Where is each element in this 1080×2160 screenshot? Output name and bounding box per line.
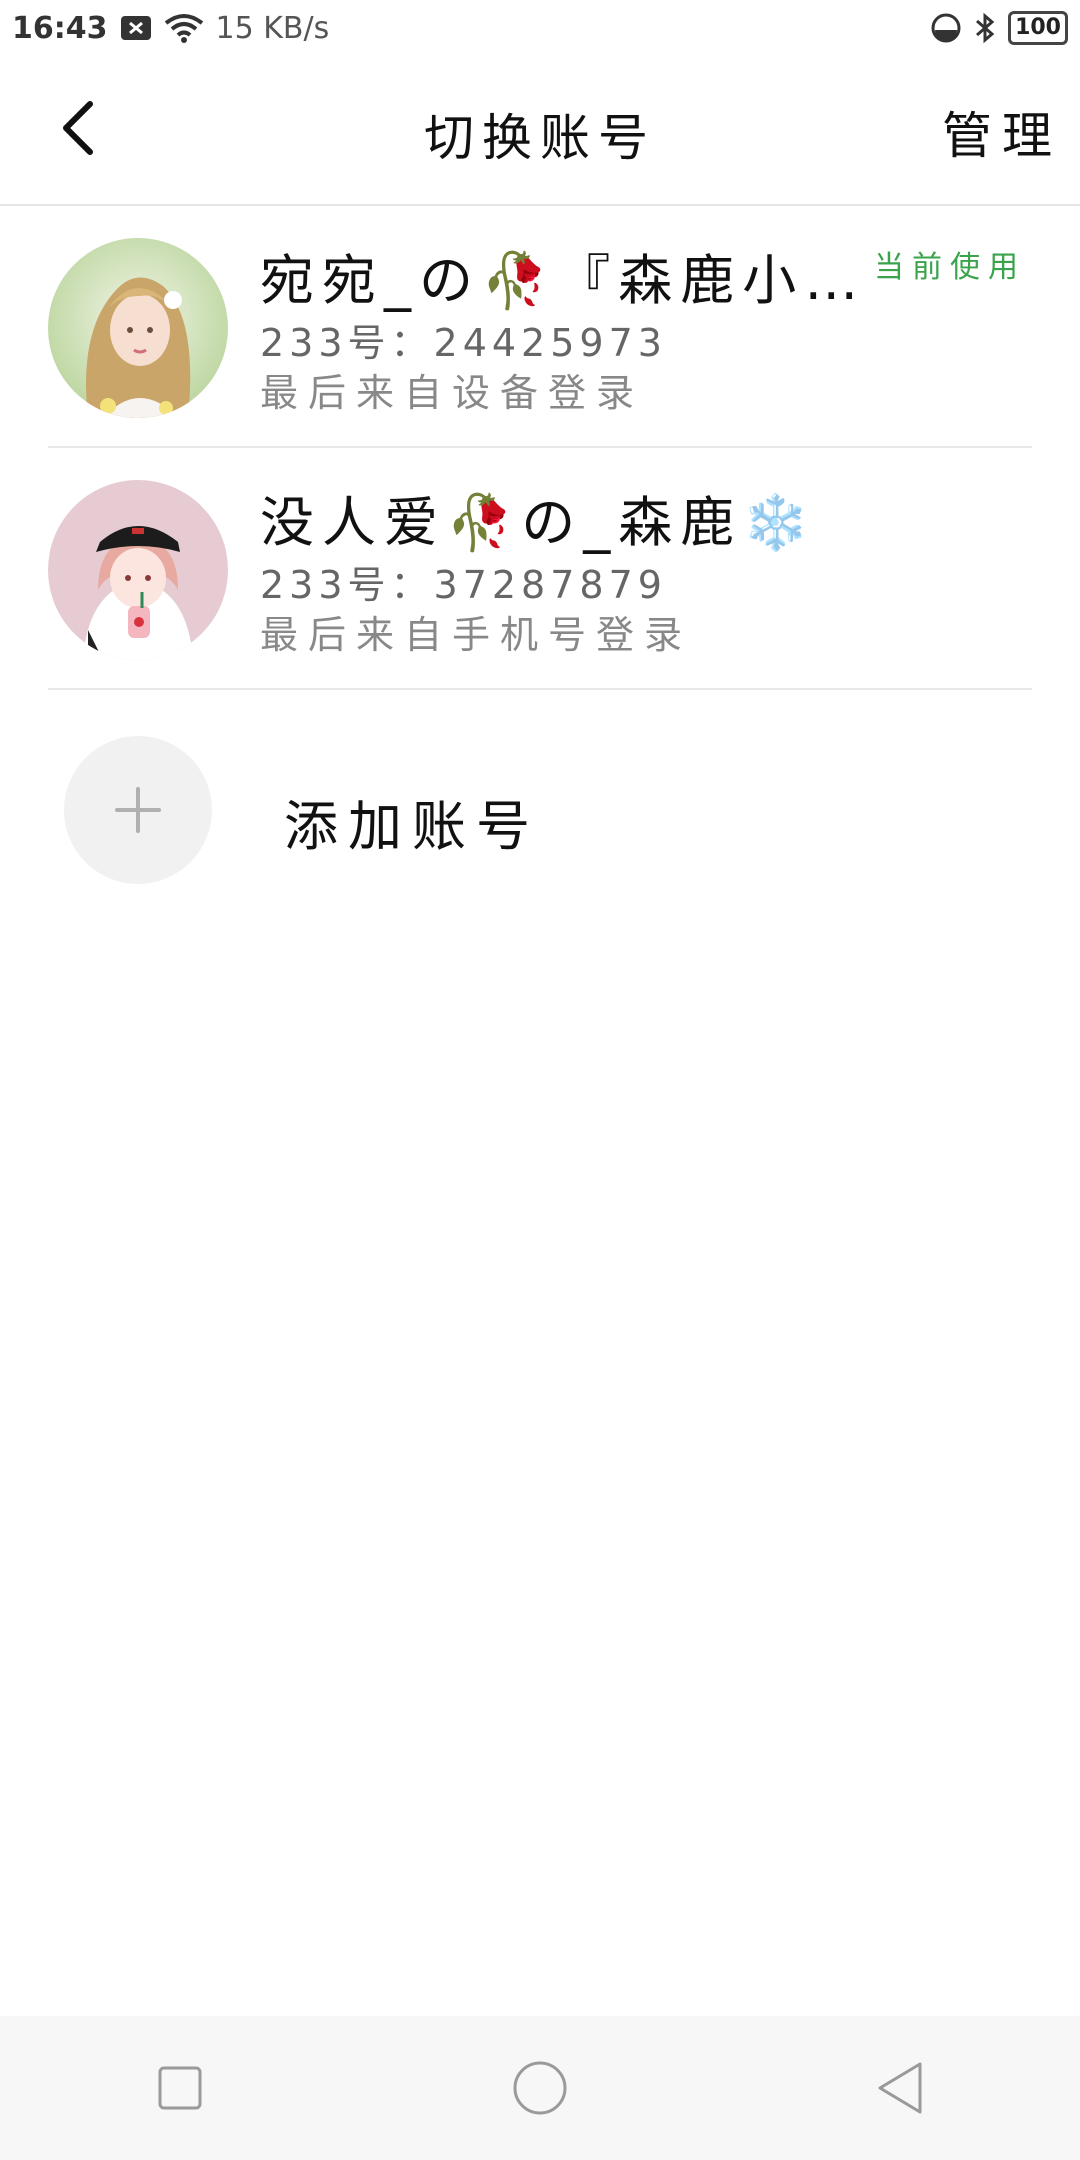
app-bar: 切换账号 管理 [0,56,1080,206]
triangle-back-icon [878,2062,922,2114]
page-title: 切换账号 [424,109,656,167]
account-last-login: 最后来自设备登录 [260,371,645,415]
add-account-button[interactable]: 添加账号 [48,712,1032,908]
avatar [48,238,228,418]
square-icon [158,2066,202,2110]
system-navigation-bar [0,2016,1080,2160]
account-last-login: 最后来自手机号登录 [260,613,693,657]
account-name: 没人爱🥀の_森鹿❄️ [260,491,818,554]
account-id: 233号：37287879 [260,563,667,607]
status-net-speed: 15 KB/s [215,10,330,46]
manage-button[interactable]: 管理 [942,96,1062,168]
account-item[interactable]: 没人爱🥀の_森鹿❄️ 233号：37287879 最后来自手机号登录 [48,448,1032,690]
bluetooth-icon [974,12,996,44]
wifi-icon [164,13,204,43]
notification-x-icon [120,14,152,42]
back-nav-button[interactable] [840,2028,960,2148]
circle-icon [513,2061,567,2115]
status-left: 16:43 15 KB/s [12,11,329,46]
plus-icon [115,787,161,833]
account-item[interactable]: 宛宛_の🥀『森鹿小… 233号：24425973 最后来自设备登录 当前使用 [48,206,1032,448]
avatar [48,480,228,660]
status-bar: 16:43 15 KB/s 100 [0,0,1080,56]
battery-icon: 100 [1008,11,1068,45]
status-time: 16:43 [12,10,108,46]
account-name: 宛宛_の🥀『森鹿小… [260,249,867,312]
status-right: 100 [930,11,1068,45]
data-saver-icon [930,12,962,44]
recent-apps-button[interactable] [120,2028,240,2148]
add-account-label: 添加账号 [284,795,540,858]
account-id: 233号：24425973 [260,321,667,365]
current-use-badge: 当前使用 [874,250,1026,285]
home-button[interactable] [480,2028,600,2148]
add-account-circle [64,736,212,884]
